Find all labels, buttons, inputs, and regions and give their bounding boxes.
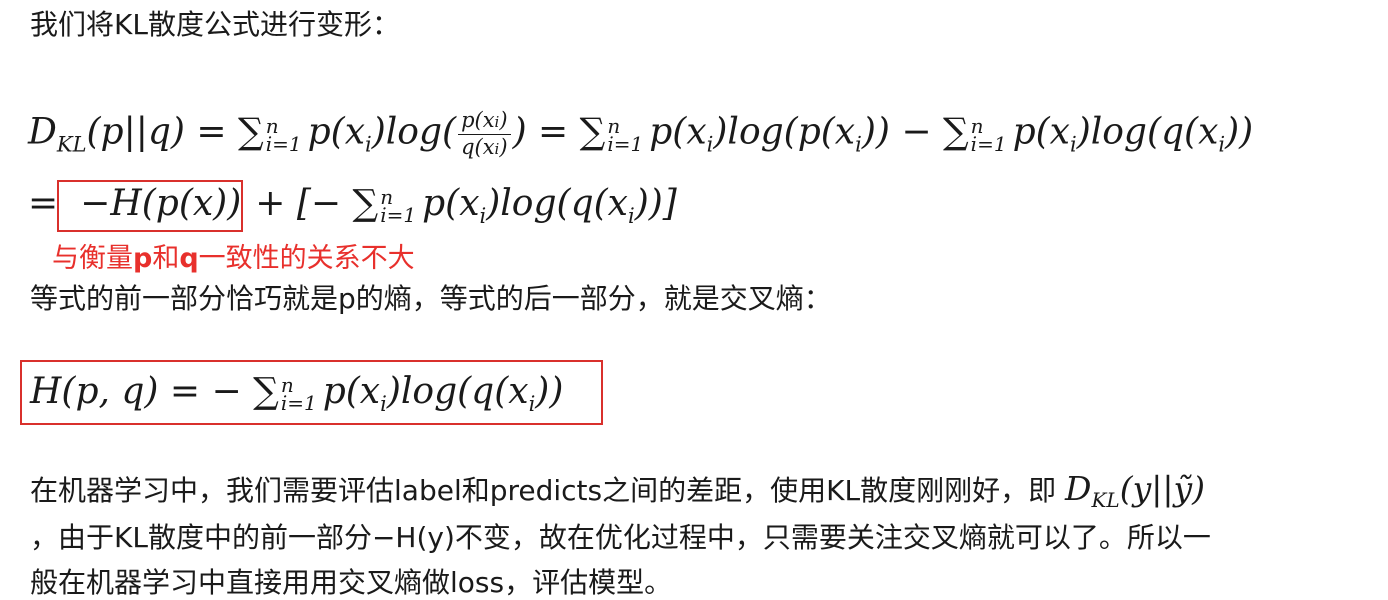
cross-entropy-formula: H(p, q) = − ∑ n i=1 p(xi)log(q(xi)): [30, 371, 564, 416]
entropy-highlight-box: [57, 180, 243, 232]
ml-paragraph-line1: 在机器学习中，我们需要评估label和predicts之间的差距，使用KL散度刚…: [30, 469, 1205, 513]
ml-paragraph-line3: 般在机器学习中直接用用交叉熵做loss，评估模型。: [30, 566, 673, 599]
ml-paragraph-line2: ，由于KL散度中的前一部分−H(y)不变，故在优化过程中，只需要关注交叉熵就可以…: [30, 521, 1211, 554]
entropy-explanation-text: 等式的前一部分恰巧就是p的熵，等式的后一部分，就是交叉熵：: [30, 282, 832, 315]
kl-inline-math: DKL(y||ỹ): [1065, 469, 1205, 513]
intro-text: 我们将KL散度公式进行变形：: [30, 8, 400, 41]
kl-divergence-formula-line1: DKL(p||q) = ∑ n i=1 p(xi)log(p(xi) q(xi)) = …: [28, 108, 1254, 159]
annotation-text: 与衡量p和q一致性的关系不大: [52, 243, 415, 274]
